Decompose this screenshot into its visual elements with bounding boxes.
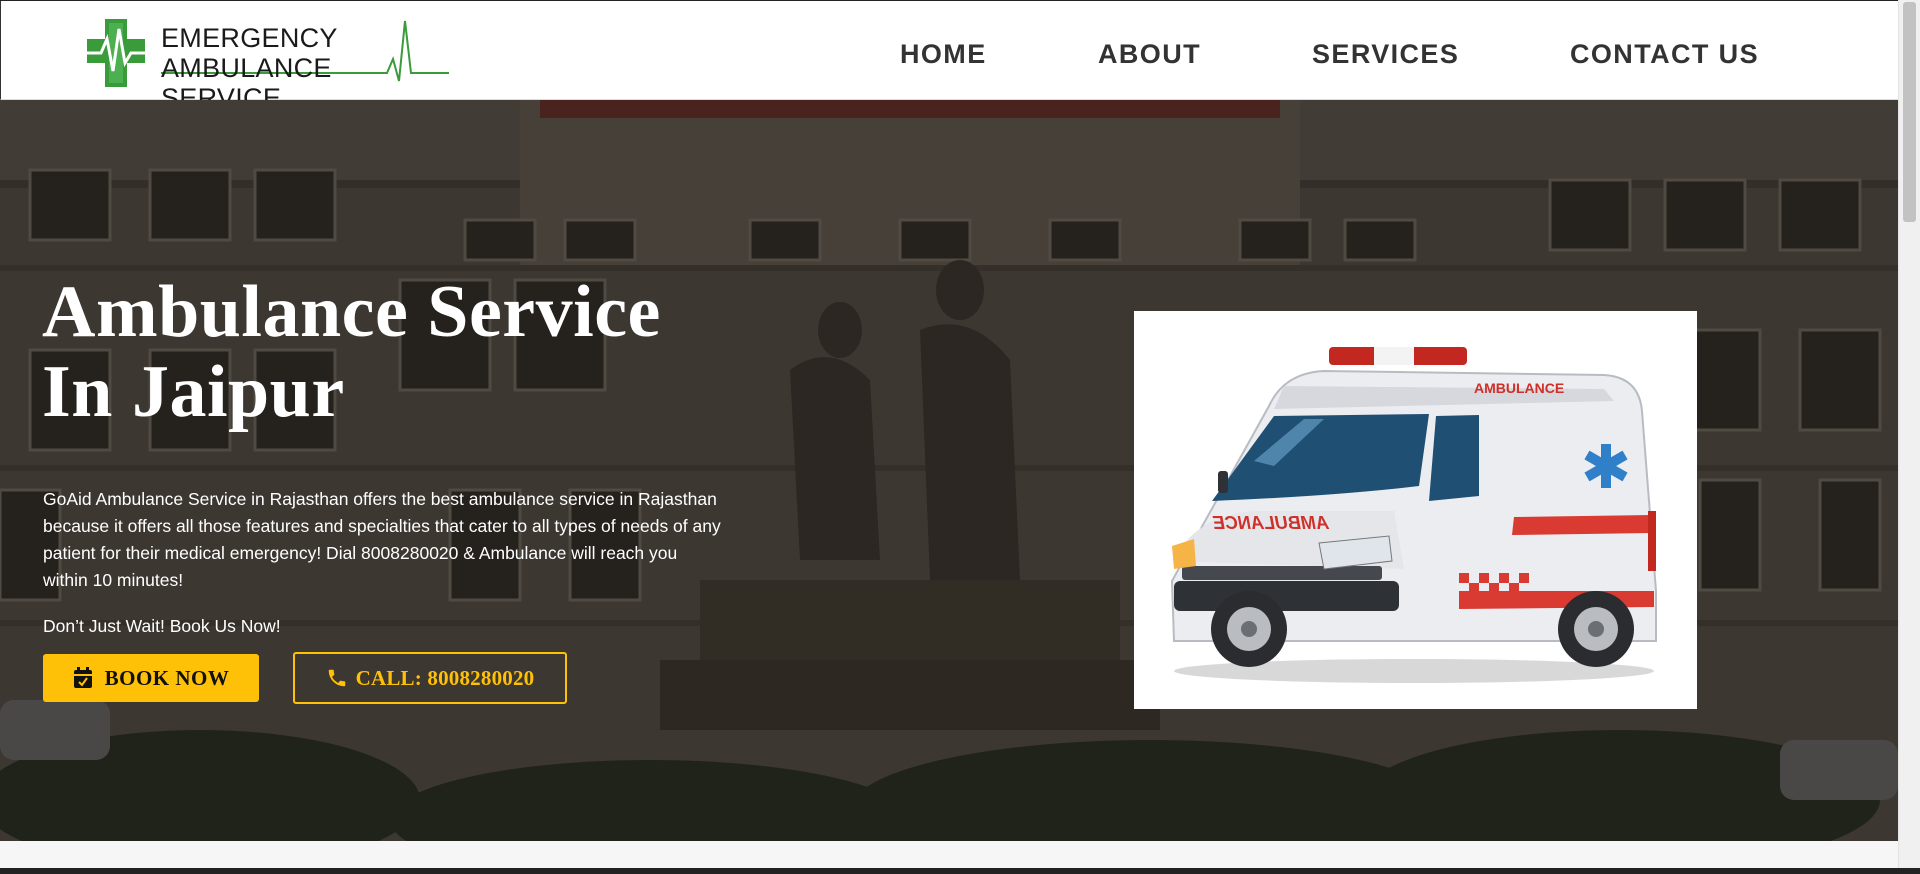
site-logo[interactable]: EMERGENCY AMBULANCE SERVICE	[87, 19, 449, 113]
nav-home[interactable]: HOME	[900, 39, 987, 70]
call-label: CALL: 8008280020	[355, 665, 535, 690]
calendar-icon	[73, 667, 92, 688]
hero-title: Ambulance Service In Jaipur	[42, 272, 762, 432]
site-header: EMERGENCY AMBULANCE SERVICE HOME ABOUT S…	[0, 1, 1898, 113]
nav-services[interactable]: SERVICES	[1312, 39, 1459, 70]
hero-section: Ambulance Service In Jaipur GoAid Ambula…	[0, 100, 1898, 841]
hero-description: GoAid Ambulance Service in Rajasthan off…	[43, 489, 721, 590]
ambulance-side-label: AMBULANCE	[1474, 380, 1564, 396]
hero-title-line-1: Ambulance Service	[42, 271, 661, 353]
nav-about[interactable]: ABOUT	[1098, 39, 1201, 70]
scrollbar-thumb[interactable]	[1903, 2, 1916, 222]
page-scrollbar[interactable]	[1898, 0, 1920, 874]
phone-icon	[328, 669, 345, 687]
window-bottom-border	[0, 868, 1920, 874]
hero-title-line-2: In Jaipur	[42, 351, 345, 433]
ambulance-front-label: AMBULANCE	[1212, 513, 1330, 533]
logo-line-1: EMERGENCY	[161, 23, 338, 53]
call-button[interactable]: CALL: 8008280020	[293, 652, 567, 704]
ambulance-image-card: AMBULANCE AMBULANCE	[1134, 311, 1697, 709]
book-now-button[interactable]: BOOK NOW	[43, 654, 259, 702]
nav-contact-us[interactable]: CONTACT US	[1570, 39, 1759, 70]
book-now-label: BOOK NOW	[104, 665, 230, 690]
ambulance-van-image: AMBULANCE AMBULANCE	[1170, 347, 1657, 683]
hero-cta-text: Don’t Just Wait! Book Us Now!	[43, 616, 281, 636]
